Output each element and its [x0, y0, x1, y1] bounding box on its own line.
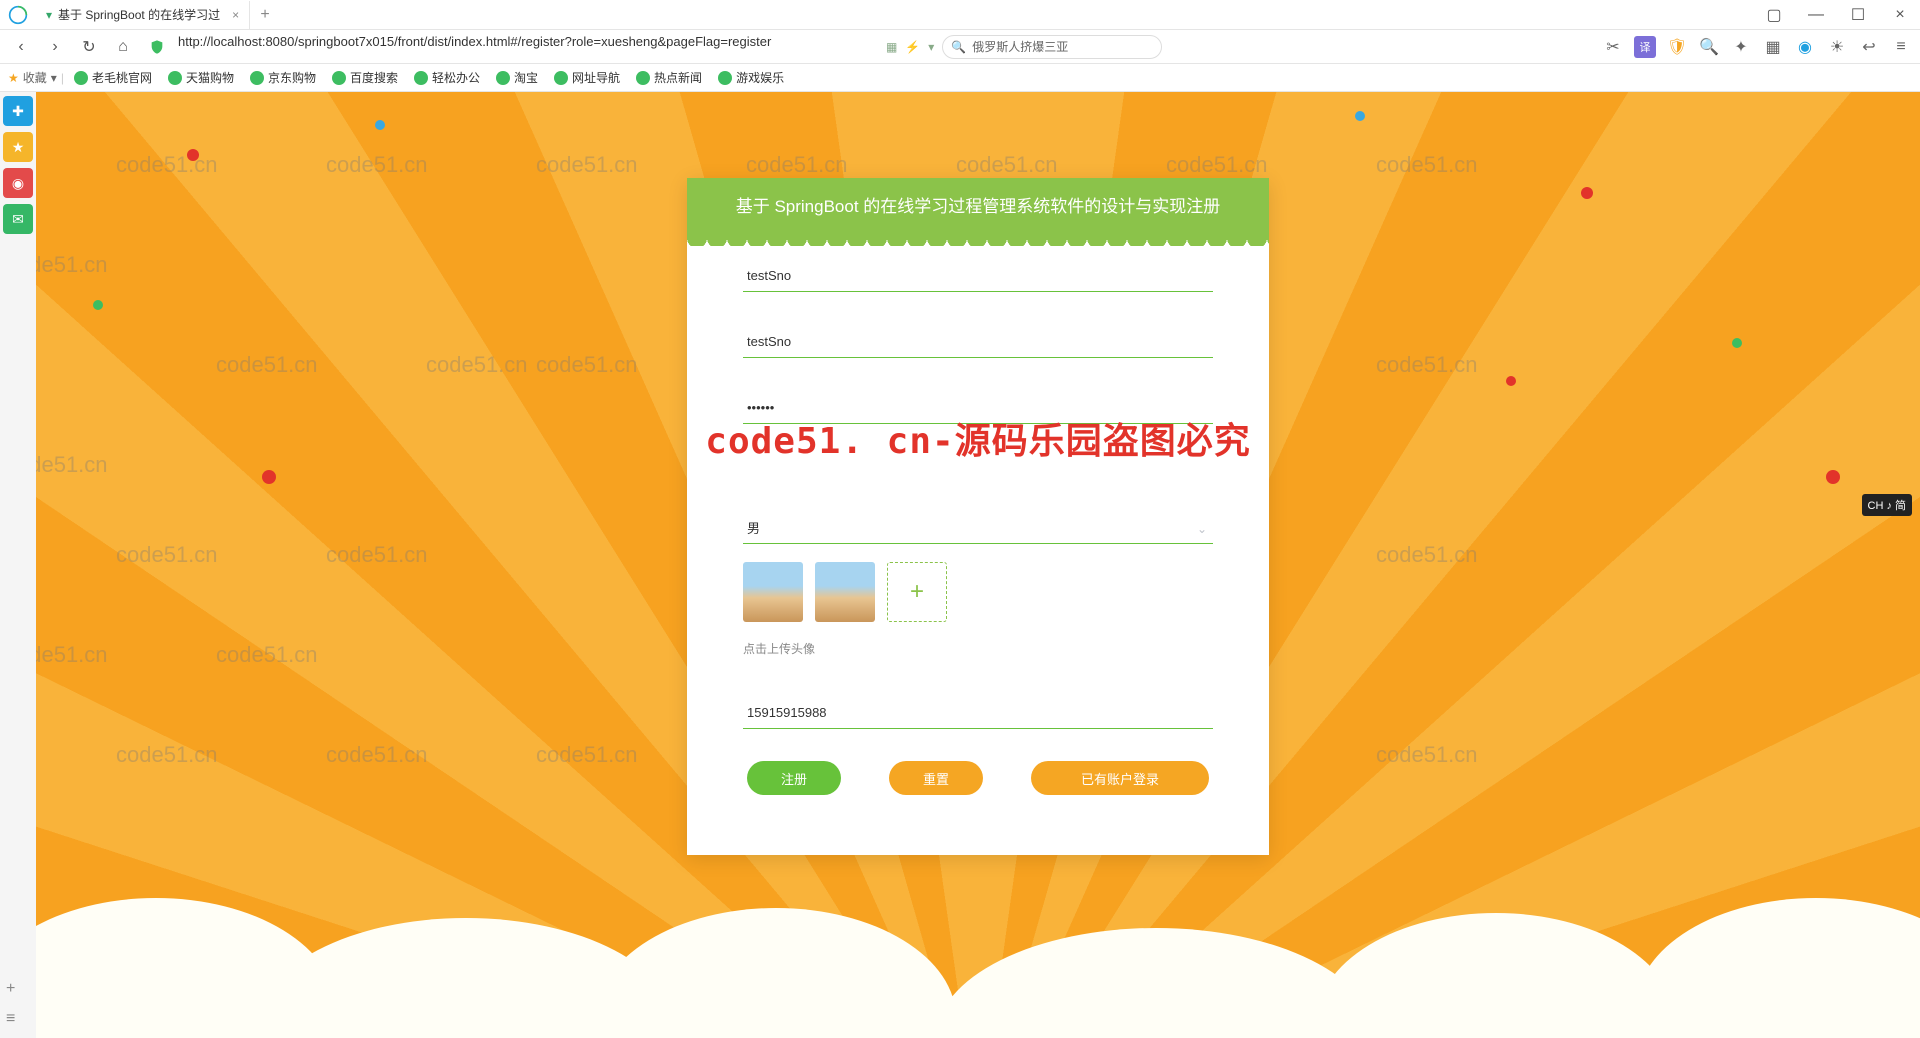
- scissors-icon[interactable]: ✂: [1602, 36, 1624, 58]
- browser-app-icon: [0, 5, 36, 25]
- upload-hint-text: 点击上传头像: [743, 640, 1213, 657]
- chevron-down-icon: ⌄: [1197, 522, 1207, 536]
- url-text: http://localhost:8080/springboot7x015/fr…: [178, 34, 771, 49]
- dock-item-1[interactable]: ✚: [3, 96, 33, 126]
- left-bottom-tools: + ≡: [6, 980, 15, 1028]
- restore-icon[interactable]: ↩: [1858, 36, 1880, 58]
- avatar-upload-row: +: [743, 562, 1213, 622]
- url-input[interactable]: http://localhost:8080/springboot7x015/fr…: [178, 34, 878, 60]
- register-button[interactable]: 注册: [747, 761, 841, 795]
- bookmark-icon: [168, 71, 182, 85]
- bookmark-icon: [554, 71, 568, 85]
- nav-reload-icon[interactable]: ↻: [76, 34, 102, 60]
- list-tool-icon[interactable]: ≡: [6, 1010, 15, 1028]
- bookmark-item[interactable]: 网址导航: [548, 69, 626, 86]
- magnify-icon[interactable]: 🔍: [1698, 36, 1720, 58]
- window-minimize-icon[interactable]: —: [1796, 1, 1836, 29]
- username-input[interactable]: [743, 260, 1213, 292]
- bookmark-bar: ★ 收藏 ▾ | 老毛桃官网 天猫购物 京东购物 百度搜索 轻松办公 淘宝 网址…: [0, 64, 1920, 92]
- gender-select[interactable]: ⌄: [743, 512, 1213, 562]
- search-icon: 🔍: [951, 40, 966, 54]
- reset-button[interactable]: 重置: [889, 761, 983, 795]
- window-skin-icon[interactable]: ▢: [1754, 1, 1794, 29]
- window-close-icon[interactable]: ×: [1880, 1, 1920, 29]
- browser-side-dock: ✚ ★ ◉ ✉: [0, 92, 36, 234]
- phone-input[interactable]: [743, 697, 1213, 729]
- register-form: ⌄ + 点击上传头像: [687, 230, 1269, 749]
- star-icon: ★: [8, 71, 19, 85]
- nav-forward-icon[interactable]: ›: [42, 34, 68, 60]
- avatar-thumbnail[interactable]: [815, 562, 875, 622]
- bookmark-icon: [496, 71, 510, 85]
- to-login-button[interactable]: 已有账户登录: [1031, 761, 1209, 795]
- bookmark-item[interactable]: 百度搜索: [326, 69, 404, 86]
- bookmark-item[interactable]: 轻松办公: [408, 69, 486, 86]
- shield2-icon[interactable]: 🛡: [1666, 36, 1688, 58]
- menu-icon[interactable]: ≡: [1890, 36, 1912, 58]
- new-tab-button[interactable]: +: [250, 6, 280, 24]
- browser-search-box[interactable]: 🔍 俄罗斯人挤爆三亚: [942, 35, 1162, 59]
- globe-icon[interactable]: ◉: [1794, 36, 1816, 58]
- security-shield-icon[interactable]: [144, 34, 170, 60]
- bookmark-icon: [250, 71, 264, 85]
- bookmark-item[interactable]: 老毛桃官网: [68, 69, 158, 86]
- nav-back-icon[interactable]: ‹: [8, 34, 34, 60]
- avatar-add-button[interactable]: +: [887, 562, 947, 622]
- favorites-label[interactable]: ★ 收藏 ▾: [8, 69, 57, 86]
- puzzle-icon[interactable]: ✦: [1730, 36, 1752, 58]
- bookmark-icon: [74, 71, 88, 85]
- fav-dropdown-icon: ▾: [51, 71, 57, 85]
- nav-home-icon[interactable]: ⌂: [110, 34, 136, 60]
- bookmark-icon: [414, 71, 428, 85]
- dock-item-4[interactable]: ✉: [3, 204, 33, 234]
- card-title: 基于 SpringBoot 的在线学习过程管理系统软件的设计与实现注册: [687, 178, 1269, 230]
- sun-icon[interactable]: ☀: [1826, 36, 1848, 58]
- avatar-thumbnail[interactable]: [743, 562, 803, 622]
- qr-icon[interactable]: ▦: [886, 40, 897, 54]
- page-viewport: code51.cn code51.cn code51.cn code51.cn …: [36, 92, 1920, 1038]
- flash-icon[interactable]: ⚡: [905, 40, 920, 54]
- anti-theft-watermark: code51. cn-源码乐园盗图必究: [705, 412, 1250, 464]
- browser-addressbar: ‹ › ↻ ⌂ http://localhost:8080/springboot…: [0, 30, 1920, 64]
- bookmark-item[interactable]: 京东购物: [244, 69, 322, 86]
- bookmark-icon: [636, 71, 650, 85]
- bookmark-icon: [718, 71, 732, 85]
- bookmark-item[interactable]: 天猫购物: [162, 69, 240, 86]
- browser-titlebar: ▾ 基于 SpringBoot 的在线学习过 × + ▢ — ☐ ×: [0, 0, 1920, 30]
- ime-indicator[interactable]: CH ♪ 简: [1862, 494, 1913, 516]
- browser-tab-active[interactable]: ▾ 基于 SpringBoot 的在线学习过 ×: [36, 1, 250, 29]
- dock-item-2[interactable]: ★: [3, 132, 33, 162]
- form-button-row: 注册 重置 已有账户登录: [687, 749, 1269, 795]
- bookmark-item[interactable]: 淘宝: [490, 69, 544, 86]
- tab-favicon-icon: ▾: [46, 8, 52, 22]
- dock-item-3[interactable]: ◉: [3, 168, 33, 198]
- name-input[interactable]: [743, 326, 1213, 358]
- bookmark-icon: [332, 71, 346, 85]
- window-maximize-icon[interactable]: ☐: [1838, 1, 1878, 29]
- gender-value[interactable]: [743, 512, 1213, 544]
- bookmark-item[interactable]: 热点新闻: [630, 69, 708, 86]
- search-placeholder: 俄罗斯人挤爆三亚: [972, 38, 1068, 55]
- url-dropdown-icon[interactable]: ▾: [928, 40, 934, 54]
- plus-tool-icon[interactable]: +: [6, 980, 15, 998]
- bookmark-item[interactable]: 游戏娱乐: [712, 69, 790, 86]
- tab-close-icon[interactable]: ×: [232, 8, 239, 22]
- translate-icon[interactable]: 译: [1634, 36, 1656, 58]
- header-wave-decoration: [687, 230, 1269, 246]
- tab-title: 基于 SpringBoot 的在线学习过: [58, 6, 220, 23]
- grid-icon[interactable]: ▦: [1762, 36, 1784, 58]
- register-card: 基于 SpringBoot 的在线学习过程管理系统软件的设计与实现注册 ⌄ + …: [687, 178, 1269, 855]
